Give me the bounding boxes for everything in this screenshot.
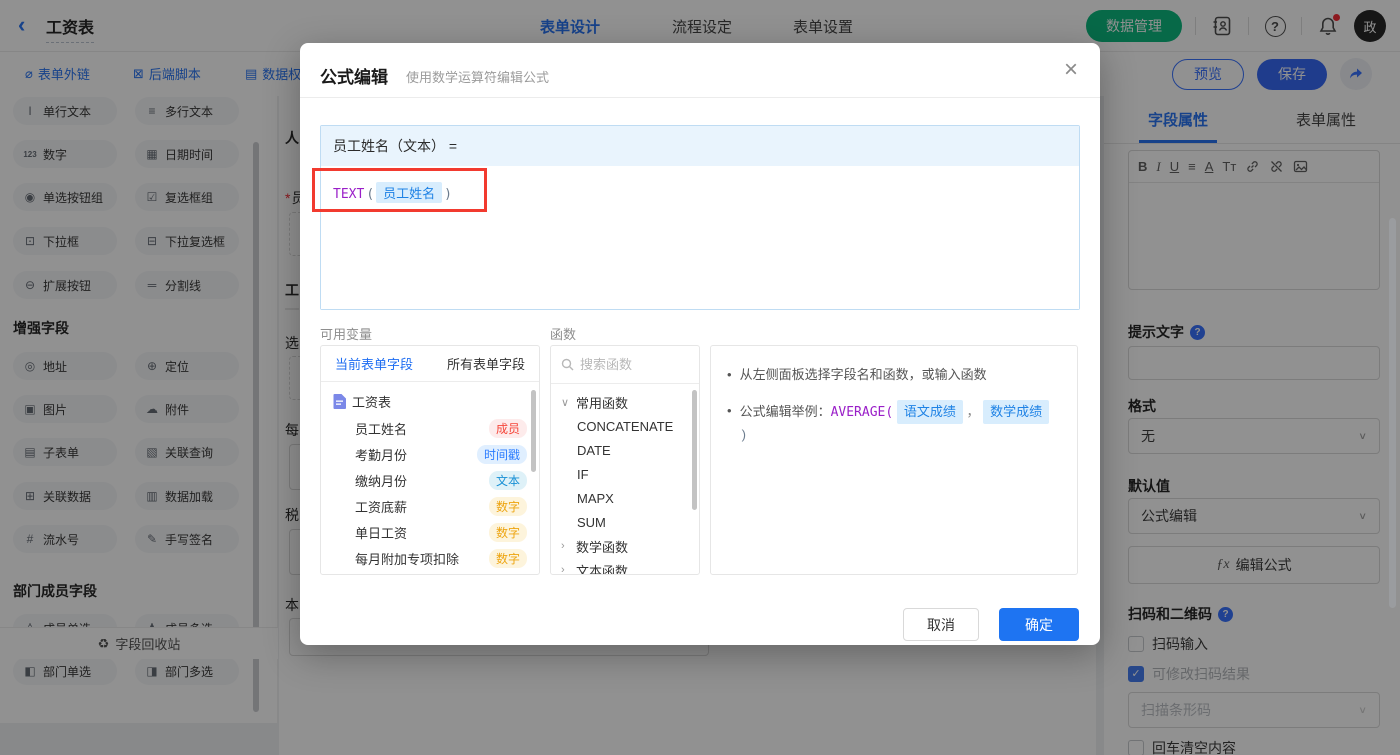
- variable-row[interactable]: 单日工资 数字: [321, 519, 539, 545]
- close-icon[interactable]: ×: [1064, 55, 1078, 85]
- modal-subtitle: 使用数学运算符编辑公式: [406, 70, 550, 85]
- variable-row[interactable]: 缴纳月份 文本: [321, 467, 539, 493]
- variable-row-clipped: [321, 571, 539, 574]
- variable-row[interactable]: 考勤月份 时间戳: [321, 441, 539, 467]
- app-root: ‹ 工资表 表单设计 流程设定 表单设置 数据管理 ? 政 ⌀ 表单外链 ⊠ 后…: [0, 0, 1400, 755]
- type-badge: 时间戳: [476, 444, 527, 464]
- function-item[interactable]: CONCATENATE: [551, 414, 699, 438]
- variables-label: 可用变量: [320, 327, 373, 342]
- functions-label: 函数: [550, 327, 577, 342]
- field-chip[interactable]: 员工姓名: [376, 182, 443, 203]
- confirm-button[interactable]: 确定: [999, 608, 1079, 641]
- function-group-math[interactable]: › 数学函数: [551, 534, 699, 558]
- example-chip-1: 语文成绩: [896, 400, 963, 424]
- variable-row[interactable]: 工资底薪 数字: [321, 493, 539, 519]
- help-line-2: • 公式编辑举例：AVERAGE( 语文成绩 ， 数学成绩 ): [727, 400, 1061, 446]
- function-search[interactable]: [551, 346, 699, 384]
- variables-panel: 当前表单字段 所有表单字段 工资表 员工姓名 成员 考勤月份 时间戳 缴纳月份 文本 …: [320, 345, 540, 575]
- formula-input-area[interactable]: TEXT(员工姓名): [321, 166, 1079, 309]
- function-item[interactable]: MAPX: [551, 486, 699, 510]
- tab-current-form-fields[interactable]: 当前表单字段: [335, 354, 413, 373]
- type-badge: 数字: [488, 522, 527, 542]
- example-function-name: AVERAGE(: [830, 405, 894, 420]
- type-badge: 成员: [488, 418, 527, 438]
- formula-editor-box: 员工姓名（文本） = TEXT(员工姓名): [320, 125, 1080, 310]
- help-panel: • 从左侧面板选择字段名和函数，或输入函数 • 公式编辑举例：AVERAGE( 语…: [710, 345, 1078, 575]
- search-icon: [561, 358, 574, 371]
- type-badge: 数字: [488, 548, 527, 568]
- formula-target-header: 员工姓名（文本） =: [321, 126, 1079, 166]
- form-doc-icon: [333, 394, 346, 409]
- property-panel-scrollbar[interactable]: [1389, 218, 1396, 608]
- variable-row[interactable]: 每月附加专项扣除 数字: [321, 545, 539, 571]
- functions-panel: ∨ 常用函数 CONCATENATE DATE IF MAPX SUM › 数学…: [550, 345, 700, 575]
- variables-scrollbar[interactable]: [531, 390, 536, 472]
- tab-all-form-fields[interactable]: 所有表单字段: [447, 354, 525, 373]
- variable-row[interactable]: 员工姓名 成员: [321, 415, 539, 441]
- formula-function-name: TEXT: [333, 187, 365, 202]
- type-badge: 文本: [488, 470, 527, 490]
- form-tree-root[interactable]: 工资表: [321, 382, 539, 415]
- functions-scrollbar[interactable]: [692, 390, 697, 510]
- function-group-common[interactable]: ∨ 常用函数: [551, 390, 699, 414]
- example-chip-2: 数学成绩: [983, 400, 1050, 424]
- help-line-1: • 从左侧面板选择字段名和函数，或输入函数: [727, 367, 987, 382]
- modal-title: 公式编辑: [320, 68, 388, 87]
- function-item[interactable]: DATE: [551, 438, 699, 462]
- chevron-open-icon: ∨: [561, 396, 570, 409]
- function-item[interactable]: SUM: [551, 510, 699, 534]
- modal-header-divider: [300, 97, 1100, 98]
- cancel-button[interactable]: 取消: [903, 608, 979, 641]
- function-item[interactable]: IF: [551, 462, 699, 486]
- formula-edit-modal: 公式编辑 使用数学运算符编辑公式 × 员工姓名（文本） = TEXT(员工姓名)…: [300, 43, 1100, 645]
- type-badge: 数字: [488, 496, 527, 516]
- chevron-closed-icon: ›: [561, 540, 565, 552]
- chevron-closed-icon: ›: [561, 564, 565, 575]
- function-group-text[interactable]: › 文本函数: [551, 558, 699, 575]
- search-input[interactable]: [580, 357, 680, 372]
